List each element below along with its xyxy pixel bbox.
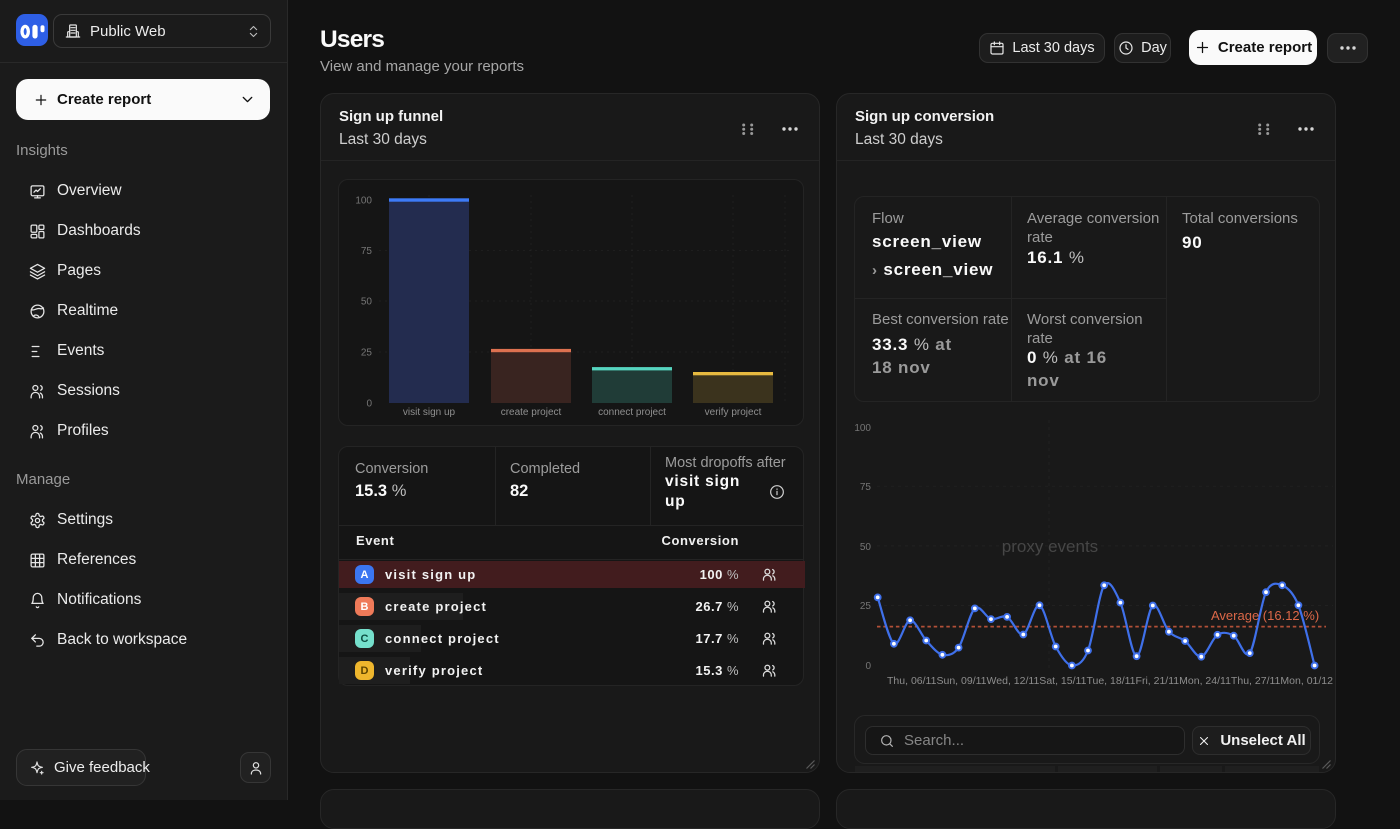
svg-text:proxy events: proxy events (1002, 537, 1098, 556)
svg-text:100: 100 (854, 423, 871, 434)
svg-text:0: 0 (366, 399, 372, 410)
svg-text:25: 25 (860, 601, 872, 612)
svg-text:100: 100 (355, 196, 372, 207)
svg-text:50: 50 (860, 542, 872, 553)
svg-text:75: 75 (860, 482, 872, 493)
svg-text:verify project: verify project (705, 407, 762, 418)
svg-text:25: 25 (361, 348, 373, 359)
svg-text:visit sign up: visit sign up (403, 407, 456, 418)
svg-text:Thu, 06/11Sun, 09/11Wed, 12/11: Thu, 06/11Sun, 09/11Wed, 12/11Sat, 15/11… (887, 675, 1333, 687)
svg-text:0: 0 (865, 661, 871, 672)
svg-text:50: 50 (361, 297, 373, 308)
svg-text:75: 75 (361, 246, 373, 257)
svg-text:create project: create project (501, 407, 562, 418)
svg-text:connect project: connect project (598, 407, 666, 418)
